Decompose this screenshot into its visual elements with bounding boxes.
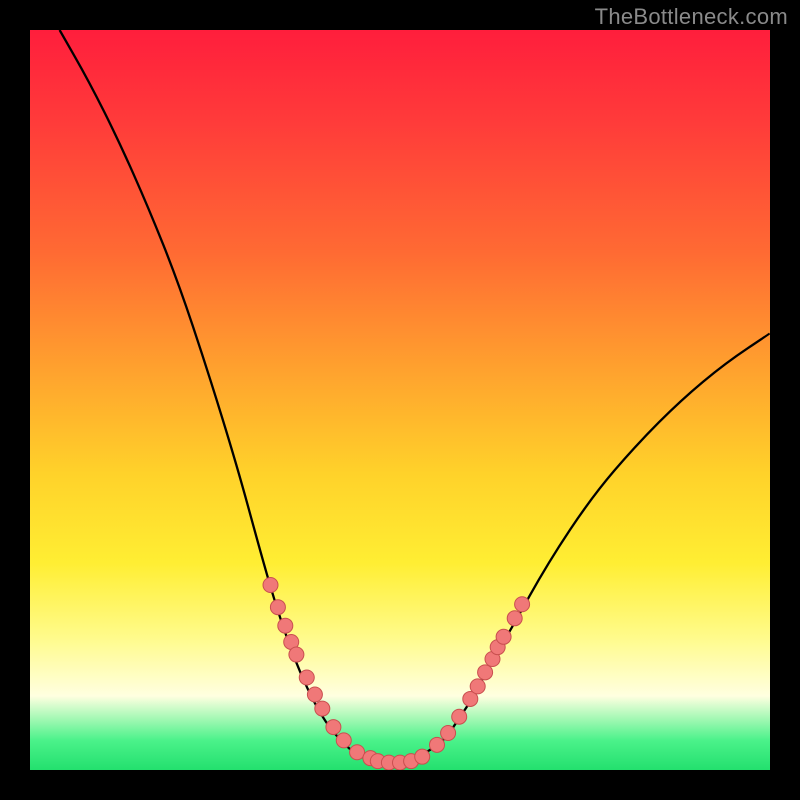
curve-line xyxy=(60,30,770,763)
plot-area xyxy=(30,30,770,770)
watermark-label: TheBottleneck.com xyxy=(595,4,788,30)
curve-marker xyxy=(263,578,278,593)
curve-marker xyxy=(478,665,493,680)
curve-marker xyxy=(326,720,341,735)
curve-marker xyxy=(270,600,285,615)
curve-marker xyxy=(452,709,467,724)
curve-marker xyxy=(315,701,330,716)
curve-marker xyxy=(299,670,314,685)
curve-marker xyxy=(441,726,456,741)
chart-frame: TheBottleneck.com xyxy=(0,0,800,800)
curve-marker xyxy=(289,647,304,662)
curve-marker xyxy=(307,687,322,702)
curve-marker xyxy=(507,611,522,626)
curve-marker xyxy=(415,749,430,764)
curve-marker xyxy=(496,629,511,644)
chart-svg xyxy=(30,30,770,770)
curve-marker xyxy=(350,745,365,760)
curve-marker xyxy=(515,597,530,612)
curve-marker xyxy=(336,733,351,748)
curve-marker xyxy=(278,618,293,633)
curve-marker xyxy=(430,737,445,752)
curve-marker xyxy=(470,679,485,694)
curve-markers xyxy=(263,578,530,771)
